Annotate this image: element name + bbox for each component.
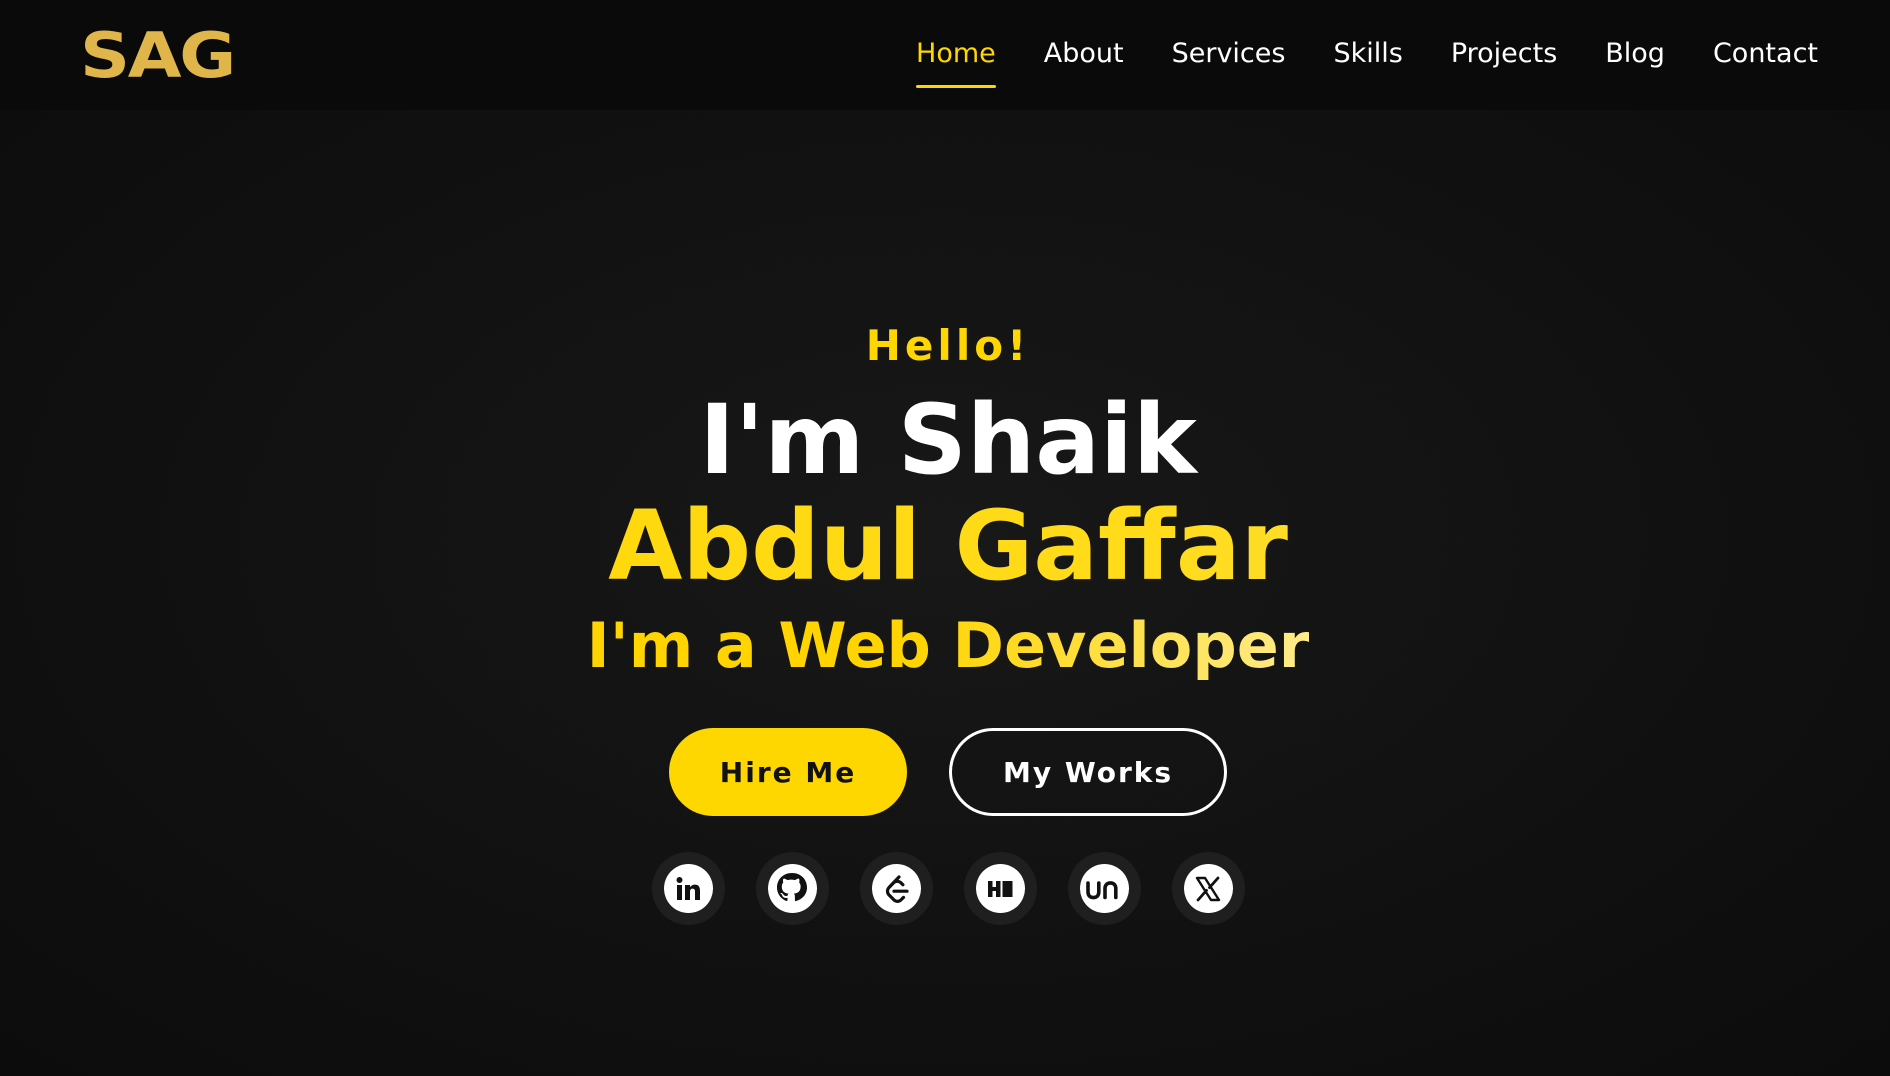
x-twitter-icon [1183,864,1233,913]
hero-name-line1: I'm Shaik [699,384,1197,496]
hero-section: Hello! I'm Shaik Abdul Gaffar I'm a Web … [0,318,1890,925]
hero-role: I'm a Web Developer [587,604,1310,688]
my-works-button[interactable]: My Works [949,728,1227,816]
nav-links: Home About Services Skills Projects Blog… [916,34,1818,88]
hashnode-icon [975,864,1025,913]
nav-link-home[interactable]: Home [916,34,996,88]
hire-me-button[interactable]: Hire Me [669,728,907,816]
unstop-icon [1079,864,1129,913]
linkedin-link[interactable] [651,852,725,925]
site-logo[interactable]: SAG [80,22,236,90]
nav-link-services[interactable]: Services [1172,34,1286,74]
hero-name-line2: Abdul Gaffar [0,492,1890,600]
social-links [0,852,1890,925]
nav-link-contact[interactable]: Contact [1713,34,1818,74]
hashnode-link[interactable] [963,852,1037,925]
nav-link-blog[interactable]: Blog [1605,34,1665,74]
hero-greeting: Hello! [865,321,1031,370]
leetcode-link[interactable] [859,852,933,925]
navbar: SAG Home About Services Skills Projects … [0,0,1890,110]
leetcode-icon [871,864,921,913]
nav-link-about[interactable]: About [1044,34,1124,74]
linkedin-icon [663,864,713,913]
github-icon [767,864,817,913]
x-twitter-link[interactable] [1171,852,1245,925]
nav-link-projects[interactable]: Projects [1451,34,1557,74]
hero-buttons: Hire Me My Works [0,728,1890,816]
github-link[interactable] [755,852,829,925]
unstop-link[interactable] [1067,852,1141,925]
nav-link-skills[interactable]: Skills [1333,34,1402,74]
